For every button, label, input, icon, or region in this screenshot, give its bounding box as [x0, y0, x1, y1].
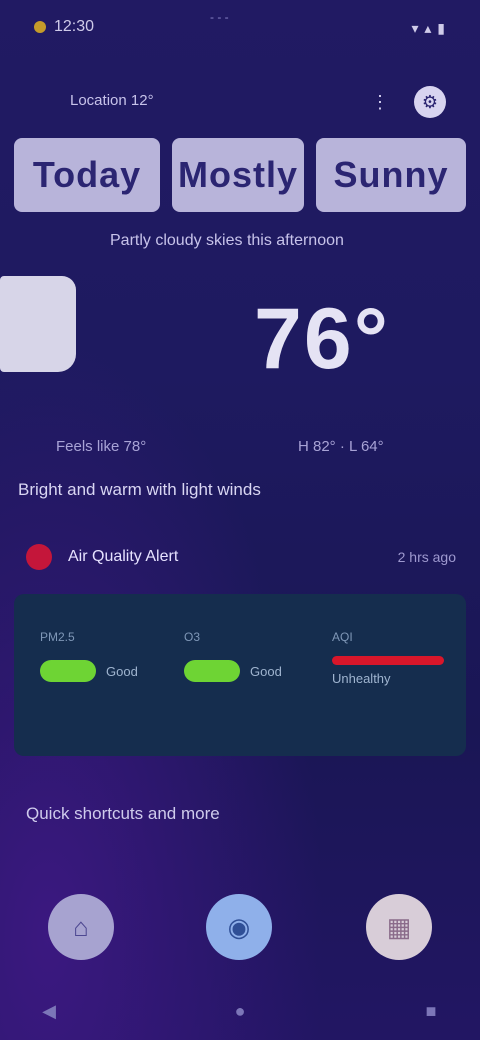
aq-label-3: AQI — [332, 630, 353, 644]
aq-level-bar-2 — [184, 660, 240, 682]
home-icon[interactable]: ⌂ — [48, 894, 114, 960]
aq-item-1: Good — [40, 656, 138, 686]
alert-icon — [26, 544, 52, 570]
status-center-label: - - - — [210, 10, 229, 24]
banner-word-2: Mostly — [172, 138, 304, 212]
status-bar: 12:30 - - - ▾ ▴ ▮ — [0, 0, 480, 60]
status-icons: ▾ ▴ ▮ — [411, 20, 446, 36]
banner-word-1: Today — [14, 138, 160, 212]
share-icon[interactable]: ⋮ — [364, 86, 396, 118]
banner-word-3: Sunny — [316, 138, 466, 212]
high-low: H 82° · L 64° — [298, 438, 384, 455]
aq-level-bar-1 — [40, 660, 96, 682]
map-icon[interactable]: ◉ — [206, 894, 272, 960]
location-label[interactable]: Location 12° — [70, 92, 154, 109]
aq-value-1: Good — [106, 663, 138, 679]
alert-time: 2 hrs ago — [397, 549, 456, 565]
current-temperature: 76° — [254, 291, 391, 387]
aq-value-2: Good — [250, 663, 282, 679]
aq-label-1: PM2.5 — [40, 630, 75, 644]
back-icon[interactable]: ◀ — [34, 996, 64, 1026]
location-actions: ⋮ ⚙ — [364, 86, 446, 118]
home-nav-icon[interactable]: ● — [225, 996, 255, 1026]
status-time: 12:30 — [54, 18, 95, 35]
weather-summary: Bright and warm with light winds — [18, 480, 261, 499]
air-quality-card[interactable]: PM2.5 Good O3 Good AQI Unhealthy — [14, 594, 466, 756]
aq-item-3: Unhealthy — [332, 656, 444, 686]
section-title: Quick shortcuts and more — [26, 804, 220, 823]
alert-row[interactable]: Air Quality Alert 2 hrs ago — [26, 540, 456, 574]
status-left: 12:30 — [34, 18, 94, 36]
aq-item-2: Good — [184, 656, 282, 686]
aq-label-2: O3 — [184, 630, 201, 644]
recents-icon[interactable]: ■ — [416, 996, 446, 1026]
alert-text: Air Quality Alert — [68, 548, 179, 565]
notification-dot-icon — [34, 21, 46, 33]
calendar-icon[interactable]: ▦ — [366, 894, 432, 960]
cloud-icon — [0, 276, 76, 372]
weather-subtitle: Partly cloudy skies this afternoon — [110, 232, 344, 249]
aq-value-3: Unhealthy — [332, 671, 391, 686]
nav-bar: ◀ ● ■ — [0, 980, 480, 1040]
settings-icon[interactable]: ⚙ — [414, 86, 446, 118]
location-row: Location 12° ⋮ ⚙ — [70, 86, 470, 120]
feels-like: Feels like 78° — [56, 438, 147, 455]
headline-banner: Today Mostly Sunny — [14, 138, 466, 212]
aq-level-bar-3 — [332, 656, 444, 665]
